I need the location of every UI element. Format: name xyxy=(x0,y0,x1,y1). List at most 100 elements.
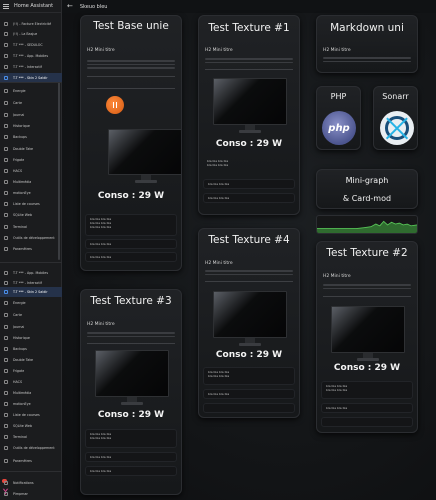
sidebar-item[interactable]: T.T *** - Skin 2 Saldir xyxy=(0,287,62,297)
card-title: Sonarr xyxy=(382,92,409,101)
divider xyxy=(205,69,293,70)
sidebar-item[interactable]: Backups xyxy=(0,344,62,354)
page-title: Skeuo bleu xyxy=(79,3,108,10)
card-title: Markdown uni xyxy=(330,22,404,34)
text-placeholder xyxy=(205,270,293,279)
sidebar-item[interactable]: T.T *** - App. Mobiles xyxy=(0,51,62,61)
sidebar-item-label: Historique xyxy=(13,336,30,340)
sidebar-item-label: T.T *** - App. Mobiles xyxy=(13,271,49,275)
sidebar-item-icon xyxy=(4,301,8,305)
sidebar-item-label: Frigate xyxy=(13,158,25,162)
home-assistant-app: Home Assistant (!!) - Facture Electricit… xyxy=(0,0,436,500)
sidebar-item-icon xyxy=(4,89,8,93)
sidebar-item[interactable]: Outils de développement xyxy=(0,233,62,243)
sidebar-item[interactable]: SQLite Web xyxy=(0,210,62,220)
sidebar-item[interactable]: Carte xyxy=(0,310,62,320)
sidebar-item[interactable]: Liste de courses xyxy=(0,410,62,420)
card-title: Test Texture #2 xyxy=(326,247,408,259)
back-arrow-icon[interactable]: ← xyxy=(67,3,73,10)
sidebar-item[interactable]: Liste de courses xyxy=(0,199,62,209)
sidebar-item[interactable]: Multimédia xyxy=(0,177,62,187)
sidebar-item-label: Frigate xyxy=(13,369,25,373)
sidebar-item[interactable]: Backups xyxy=(0,132,62,142)
sidebar-item[interactable]: T.T *** - App. Mobiles xyxy=(0,268,62,278)
card-base-unie: Test Base unie H2 Mini titre Conso : 29 … xyxy=(80,15,182,271)
sidebar-item-icon xyxy=(4,369,8,373)
sidebar-item[interactable]: T.T *** - SEDULOC xyxy=(0,40,62,50)
sidebar-item-label: Pimpman xyxy=(13,492,29,496)
status-badge-icon[interactable] xyxy=(106,96,124,114)
card-subtitle: H2 Mini titre xyxy=(87,48,115,53)
sidebar-item[interactable]: HACS xyxy=(0,166,62,176)
sidebar-item[interactable]: Multimédia xyxy=(0,388,62,398)
sidebar-item-icon xyxy=(4,147,8,151)
sidebar-item[interactable]: Double Take xyxy=(0,355,62,365)
sidebar-item-icon xyxy=(4,135,8,139)
sidebar-item[interactable]: Journal xyxy=(0,110,62,120)
sidebar-item-icon xyxy=(4,113,8,117)
sidebar-item[interactable]: (!!) - Facture Electricité xyxy=(0,19,62,29)
sidebar-header: Home Assistant xyxy=(0,0,61,13)
sidebar-item[interactable]: T.T *** - Interactif xyxy=(0,62,62,72)
sidebar-item[interactable]: Paramètres xyxy=(0,456,62,466)
sidebar-item-label: Backups xyxy=(13,135,27,139)
divider xyxy=(205,281,293,282)
sidebar-item[interactable]: Énergie xyxy=(0,298,62,308)
sidebar-item-icon xyxy=(4,76,8,80)
sidebar-item-label: SQLite Web xyxy=(13,213,32,217)
list-item: bla bla bla bla xyxy=(203,193,295,203)
sidebar-item[interactable]: Énergie xyxy=(0,86,62,96)
sidebar-item-label: Paramètres xyxy=(13,459,32,463)
sidebar-item-label: Énergie xyxy=(13,301,26,305)
menu-icon[interactable] xyxy=(3,3,9,9)
sidebar-item[interactable]: SQLite Web xyxy=(0,421,62,431)
sidebar-item[interactable]: Terminal xyxy=(0,432,62,442)
sidebar-item-label: (!!) - La Basjue xyxy=(13,32,38,36)
sidebar-item[interactable]: Frigate xyxy=(0,366,62,376)
sidebar-item[interactable]: Outils de développement xyxy=(0,443,62,453)
sidebar-item[interactable]: Carte xyxy=(0,98,62,108)
sidebar-item[interactable]: (!!) - La Basjue xyxy=(0,29,62,39)
sidebar-item[interactable]: Notifications xyxy=(0,478,62,488)
sidebar-item[interactable]: Terminal xyxy=(0,222,62,232)
card-title: PHP xyxy=(330,92,347,101)
card-subtitle: H2 Mini titre xyxy=(205,48,233,53)
sidebar-item[interactable]: motionEye xyxy=(0,188,62,198)
list-item: bla bla bla bla xyxy=(85,239,177,249)
sidebar-item-label: Historique xyxy=(13,124,30,128)
television-icon xyxy=(213,291,287,347)
list-item: bla bla bla bla xyxy=(85,466,177,476)
list-item: bla bla bla bla xyxy=(203,179,295,189)
sidebar-item[interactable]: Journal xyxy=(0,322,62,332)
card-title: Test Texture #4 xyxy=(208,234,290,246)
power-consumption: Conso : 29 W xyxy=(97,191,165,201)
sidebar-item[interactable]: Double Take xyxy=(0,144,62,154)
card-texture-2: Test Texture #2 H2 Mini titre Conso : 29… xyxy=(316,241,418,433)
sidebar-item-label: T.T *** - App. Mobiles xyxy=(13,54,49,58)
sidebar-item-icon xyxy=(4,180,8,184)
sidebar-item[interactable]: motionEye xyxy=(0,399,62,409)
sidebar-item-icon xyxy=(4,347,8,351)
card-title: Test Texture #1 xyxy=(208,22,290,34)
television-icon xyxy=(95,350,169,406)
sidebar-item[interactable]: Frigate xyxy=(0,155,62,165)
sidebar-item[interactable]: Historique xyxy=(0,333,62,343)
television-icon xyxy=(108,129,181,184)
list-item: bla bla bla bla bla bla bla bla xyxy=(203,367,295,385)
sidebar-item-label: T.T *** - Interactif xyxy=(13,65,42,69)
sidebar-item[interactable]: Paramètres xyxy=(0,244,62,254)
sidebar-item-label: HACS xyxy=(13,380,23,384)
sidebar-item-label: T.T *** - SEDULOC xyxy=(13,43,43,47)
sidebar-item-icon xyxy=(4,101,8,105)
sidebar-item[interactable]: HACS xyxy=(0,377,62,387)
list-item: bla bla bla bla bla bla bla bla bla bla … xyxy=(85,214,177,236)
divider xyxy=(87,76,175,77)
sidebar-item-label: Backups xyxy=(13,347,27,351)
text-placeholder xyxy=(87,332,175,341)
sidebar-item[interactable]: Historique xyxy=(0,121,62,131)
sidebar-item[interactable]: Pimpman xyxy=(0,489,62,499)
sidebar-item-icon xyxy=(4,202,8,206)
mini-graph-chart[interactable] xyxy=(316,215,418,234)
card-title: Mini-graph xyxy=(345,176,389,185)
card-subtitle: H2 Mini titre xyxy=(87,322,115,327)
